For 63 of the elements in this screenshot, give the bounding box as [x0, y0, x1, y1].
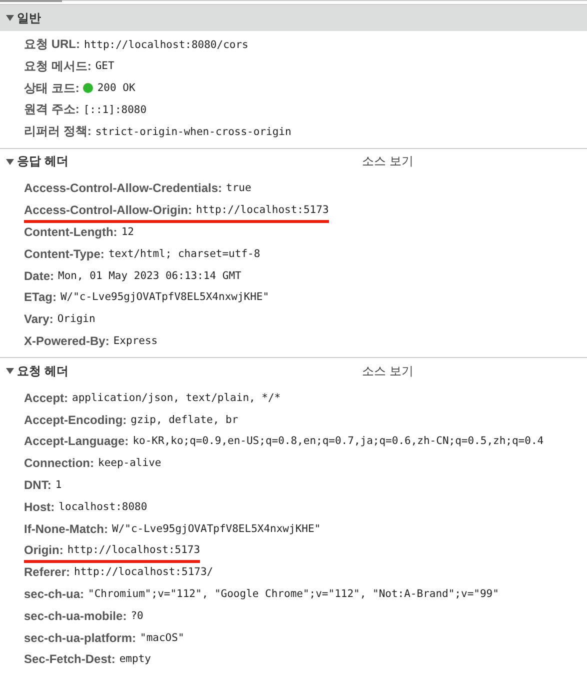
header-value: true [226, 182, 252, 194]
header-value: "macOS" [140, 632, 184, 644]
section-title: 응답 헤더 [17, 153, 70, 170]
header-value: localhost:8080 [58, 500, 148, 513]
header-value: empty [119, 653, 151, 666]
header-name: Access-Control-Allow-Origin: [24, 203, 192, 218]
header-value: http://localhost:5173 [196, 204, 329, 216]
header-name: Date: [24, 268, 54, 283]
section-header[interactable]: 응답 헤더 소스 보기 [0, 148, 587, 175]
header-value: Mon, 01 May 2023 06:13:14 GMT [58, 270, 242, 282]
header-value: Origin [57, 313, 96, 326]
header-name: sec-ch-ua-mobile: [24, 608, 127, 623]
header-name: Accept-Language: [24, 434, 129, 448]
header-value: http://localhost:8080/cors [84, 38, 248, 50]
view-source-link[interactable]: 소스 보기 [362, 362, 414, 380]
disclosure-triangle-icon[interactable] [6, 368, 14, 374]
header-value: 12 [121, 226, 134, 238]
section-title: 일반 [17, 10, 42, 26]
header-name: 리퍼러 정책: [24, 123, 92, 140]
header-name: X-Powered-By: [24, 334, 110, 348]
header-name: Referer: [24, 565, 70, 580]
disclosure-triangle-icon[interactable] [6, 15, 14, 21]
header-value: W/"c-Lve95gjOVATpfV8EL5X4nxwjKHE" [112, 522, 321, 535]
header-name: If-None-Match: [24, 522, 108, 536]
header-name: Vary: [24, 312, 54, 326]
header-value: text/html; charset=utf-8 [108, 248, 260, 260]
header-value: ko-KR,ko;q=0.9,en-US;q=0.8,en;q=0.7,ja;q=0.6,zh-CN;q=0.5,zh;q=0.4 [132, 435, 544, 448]
header-name: Origin: [24, 543, 64, 558]
header-name: Content-Length: [24, 225, 118, 240]
header-name: Accept-Encoding: [24, 412, 127, 427]
header-value: keep-alive [98, 457, 162, 470]
header-name: 상태 코드: [24, 80, 80, 97]
disclosure-triangle-icon[interactable] [6, 158, 14, 165]
header-name: Access-Control-Allow-Credentials: [24, 181, 222, 196]
header-name: 요청 메서드: [24, 58, 92, 75]
header-value: 1 [55, 479, 62, 492]
section-header[interactable]: 요청 헤더 소스 보기 [0, 358, 587, 384]
header-name: sec-ch-ua-platform: [24, 630, 136, 645]
header-name: Host: [24, 500, 55, 514]
header-value: gzip, deflate, br [130, 414, 238, 426]
header-name: Connection: [24, 456, 94, 470]
header-name: Content-Type: [24, 246, 104, 261]
header-name: Accept: [24, 390, 68, 405]
header-value: ?0 [130, 610, 144, 622]
section-title: 요청 헤더 [17, 362, 70, 380]
header-value: [::1]:8080 [83, 104, 147, 116]
header-name: 원격 주소: [24, 101, 80, 118]
header-value: W/"c-Lve95gjOVATpfV8EL5X4nxwjKHE" [60, 291, 270, 304]
header-value: 200 OK [97, 82, 136, 94]
header-name: ETag: [24, 290, 56, 304]
header-value: http://localhost:5173/ [74, 566, 214, 578]
header-value: http://localhost:5173 [67, 544, 200, 556]
header-value: Express [113, 335, 158, 348]
header-name: DNT: [24, 478, 52, 492]
header-value: strict-origin-when-cross-origin [95, 126, 292, 138]
header-value: GET [95, 60, 114, 72]
header-name: sec-ch-ua: [24, 587, 84, 602]
header-value: application/json, text/plain, */* [72, 392, 281, 404]
view-source-link[interactable]: 소스 보기 [362, 153, 414, 170]
header-name: Sec-Fetch-Dest: [24, 652, 116, 666]
header-name: 요청 URL: [24, 36, 80, 53]
header-value: "Chromium";v="112", "Google Chrome";v="112", "Not:A-Brand";v="99" [88, 588, 499, 600]
section-header[interactable]: 일반 [0, 5, 587, 31]
